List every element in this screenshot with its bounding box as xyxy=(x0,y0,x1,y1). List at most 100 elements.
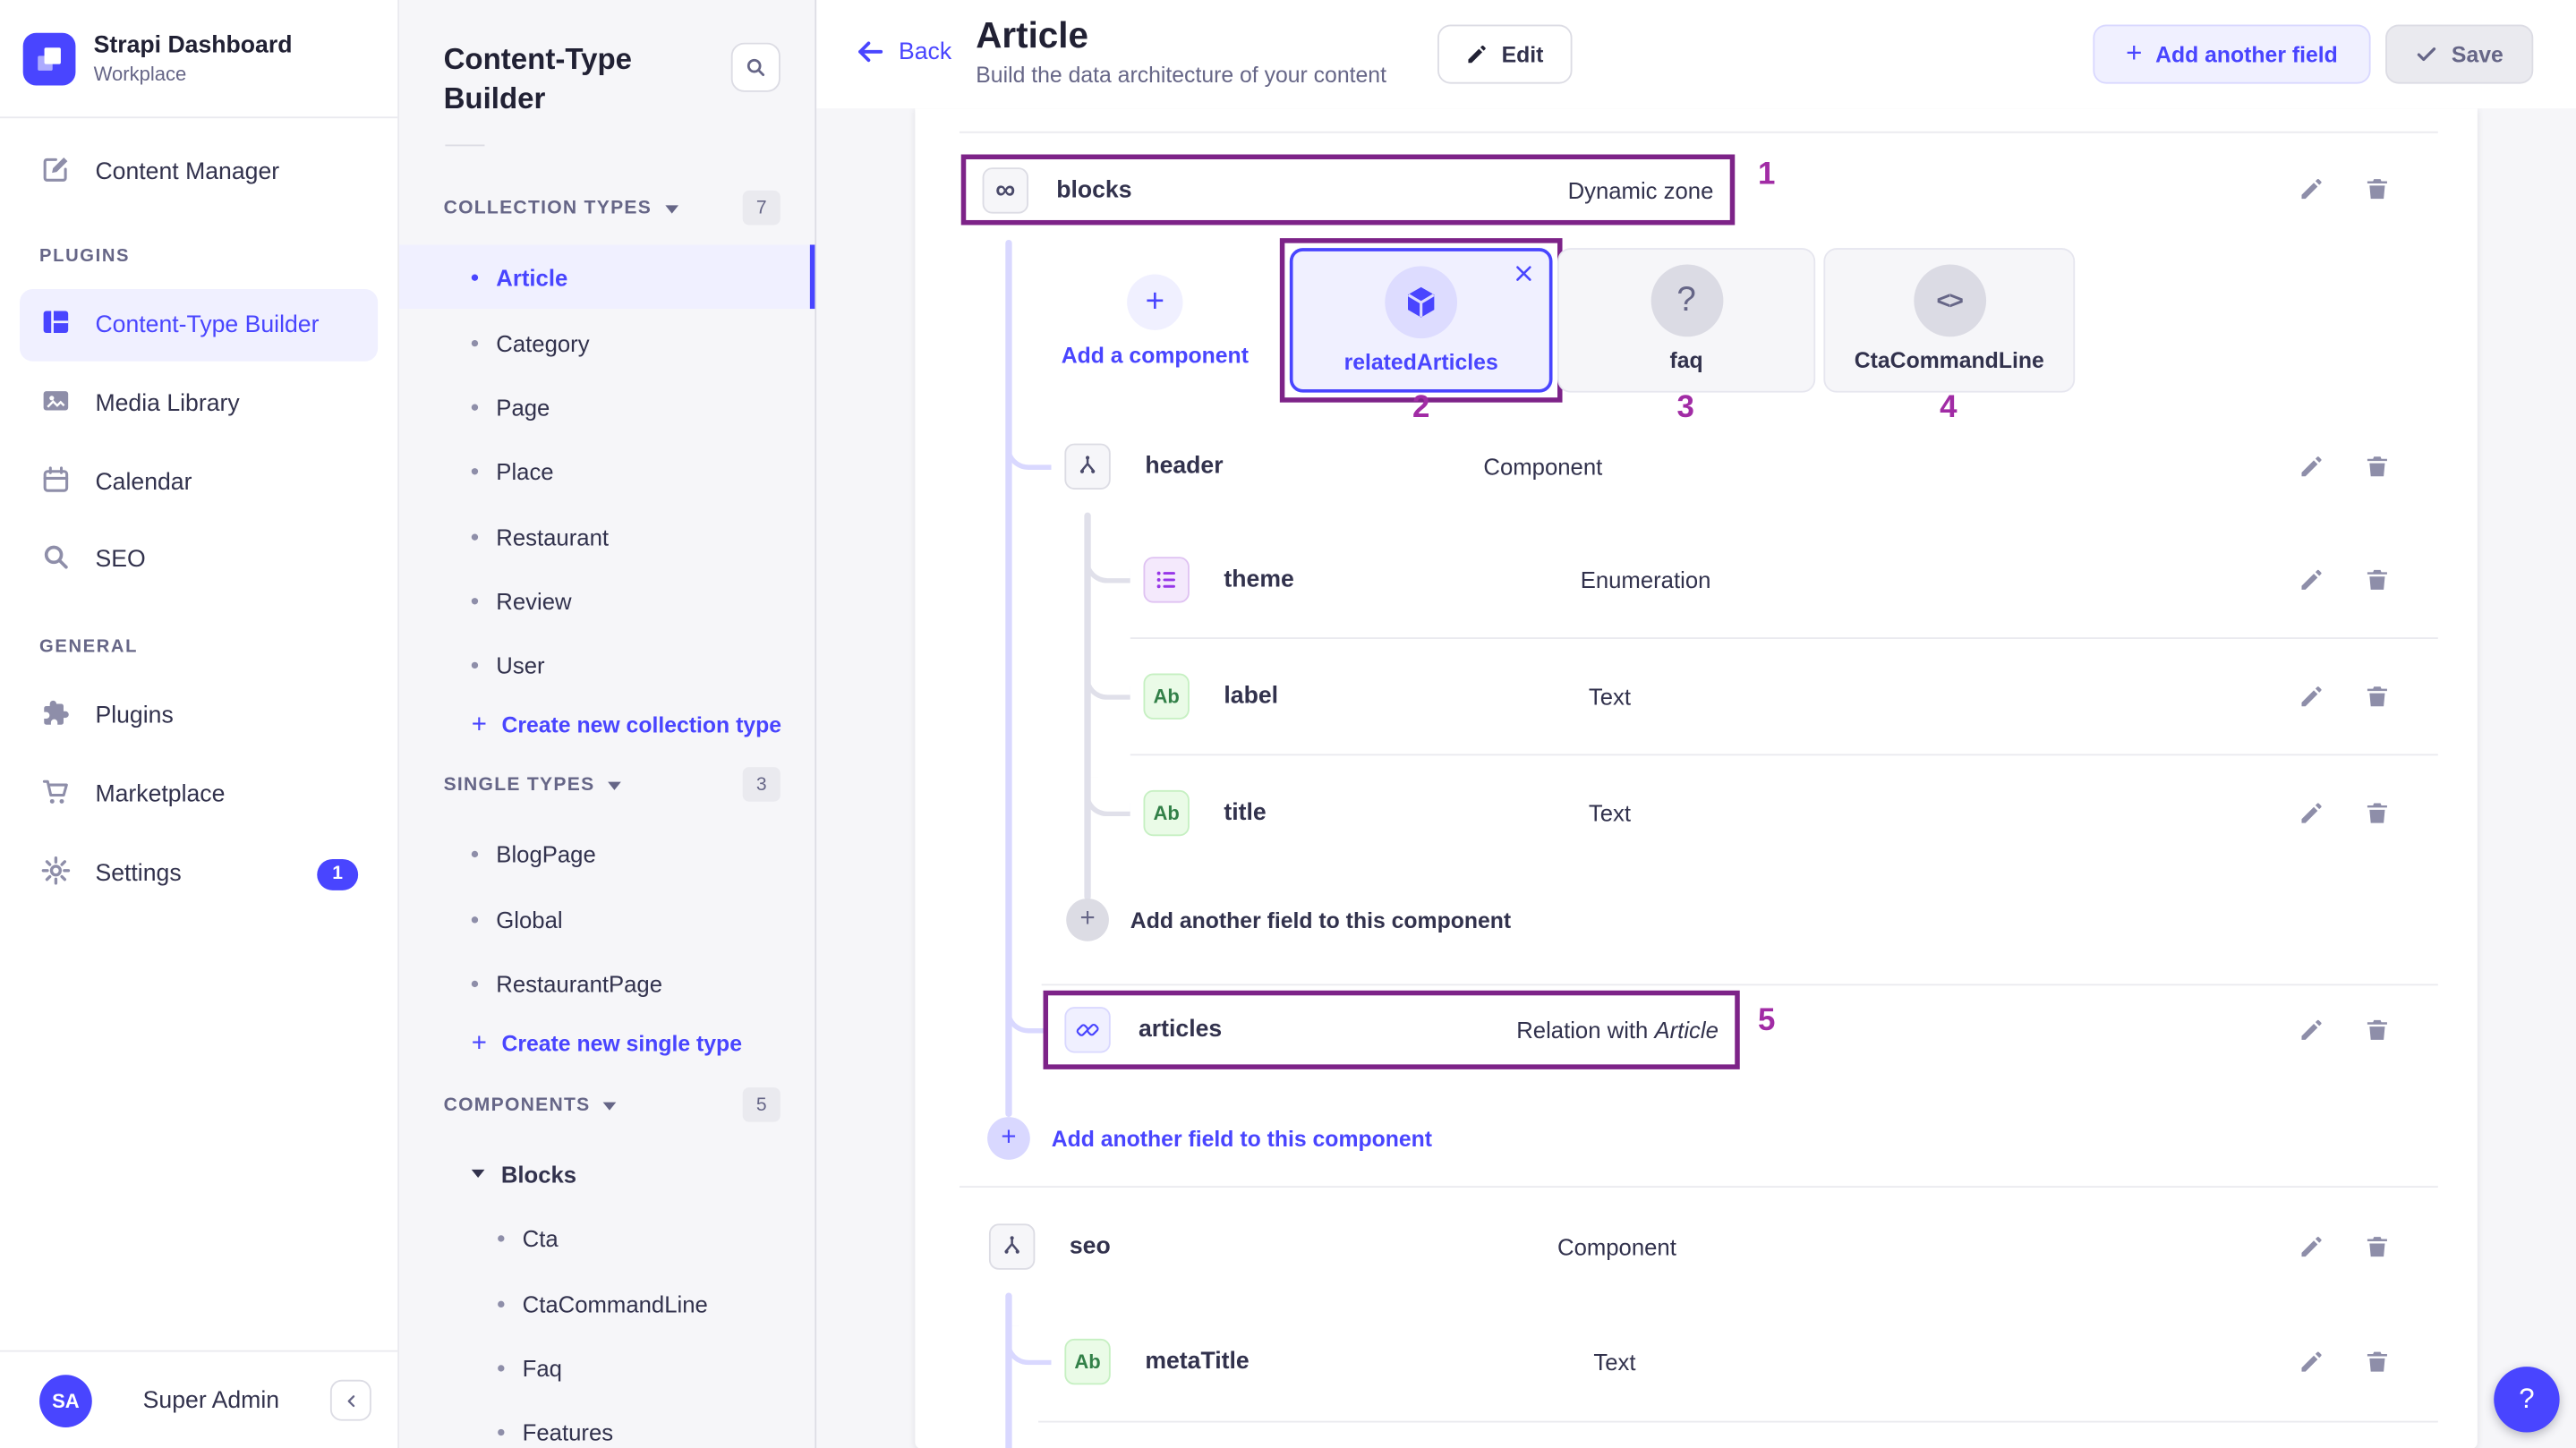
add-field-to-dynamic-zone-button[interactable]: + Add another field to this component xyxy=(987,1117,1432,1160)
edit-field-icon[interactable] xyxy=(2299,454,2324,480)
sidebar-item-content-type-builder[interactable]: Content-Type Builder xyxy=(20,289,378,362)
sidebar-item-settings[interactable]: Settings 1 xyxy=(20,838,378,910)
delete-field-icon[interactable] xyxy=(2364,175,2390,201)
component-group-blocks[interactable]: Blocks xyxy=(399,1142,815,1206)
add-a-component-button[interactable]: + Add a component xyxy=(1019,275,1292,369)
delete-field-icon[interactable] xyxy=(2364,454,2390,480)
sidebar-item-label: Marketplace xyxy=(95,782,225,808)
help-button[interactable]: ? xyxy=(2494,1367,2559,1432)
field-row-theme[interactable]: theme Enumeration xyxy=(960,539,2438,621)
sidebar-item-content-manager[interactable]: Content Manager xyxy=(20,136,378,209)
subnav-item-blogpage[interactable]: BlogPage xyxy=(399,822,815,886)
collapse-sidebar-button[interactable] xyxy=(330,1380,371,1421)
sidebar-item-label: Plugins xyxy=(95,703,173,729)
sidebar-item-marketplace[interactable]: Marketplace xyxy=(20,759,378,831)
close-icon[interactable] xyxy=(1513,263,1534,285)
field-name: blocks xyxy=(1056,176,1131,202)
component-card-faq[interactable]: ? faq xyxy=(1557,248,1815,393)
subnav-item-article[interactable]: Article xyxy=(399,244,815,309)
back-button[interactable]: Back xyxy=(854,36,951,67)
add-field-to-component-button[interactable]: + Add another field to this component xyxy=(1066,899,1511,941)
delete-field-icon[interactable] xyxy=(2364,800,2390,826)
section-single-types[interactable]: SINGLE TYPES xyxy=(444,769,621,802)
subnav-item-category[interactable]: Category xyxy=(399,311,815,375)
edit-field-icon[interactable] xyxy=(2299,1349,2324,1375)
subnav-item-restaurant[interactable]: Restaurant xyxy=(399,504,815,568)
row-actions xyxy=(2299,175,2391,201)
delete-field-icon[interactable] xyxy=(2364,1017,2390,1043)
field-row-header[interactable]: header Component xyxy=(960,425,2438,507)
sidebar-item-plugins[interactable]: Plugins xyxy=(20,680,378,753)
search-icon xyxy=(744,55,767,79)
row-actions xyxy=(2299,1017,2391,1043)
field-row-articles[interactable]: articles Relation with Article xyxy=(1044,991,1740,1069)
field-name: title xyxy=(1224,800,1266,826)
sidebar-item-media-library[interactable]: Media Library xyxy=(20,368,378,440)
delete-field-icon[interactable] xyxy=(2364,566,2390,592)
text-field-icon: Ab xyxy=(1143,790,1189,836)
component-card-ctacommandline[interactable]: <> CtaCommandLine xyxy=(1823,248,2075,393)
create-collection-type-link[interactable]: + Create new collection type xyxy=(399,694,815,758)
add-another-field-button[interactable]: + Add another field xyxy=(2093,25,2370,84)
field-type: Text xyxy=(1593,1349,1635,1375)
create-single-type-link[interactable]: + Create new single type xyxy=(399,1012,815,1077)
plus-icon: + xyxy=(1066,899,1109,941)
sidebar-item-calendar[interactable]: Calendar xyxy=(20,447,378,519)
subnav-item-restaurantpage[interactable]: RestaurantPage xyxy=(399,951,815,1016)
subnav-item-review[interactable]: Review xyxy=(399,568,815,633)
edit-field-icon[interactable] xyxy=(2299,175,2324,201)
content-type-builder-subnav: Content-Type Builder COLLECTION TYPES 7 … xyxy=(399,0,816,1448)
field-row-blocks[interactable]: ∞ blocks Dynamic zone xyxy=(961,155,1736,226)
component-icon xyxy=(989,1223,1035,1269)
field-row-metatitle[interactable]: Ab metaTitle Text xyxy=(960,1321,2438,1403)
field-row-label[interactable]: Ab label Text xyxy=(960,655,2438,737)
row-actions xyxy=(2299,454,2391,480)
subnav-item-faq[interactable]: Faq xyxy=(399,1335,815,1400)
plus-icon: + xyxy=(472,711,487,740)
edit-field-icon[interactable] xyxy=(2299,1233,2324,1259)
edit-field-icon[interactable] xyxy=(2299,684,2324,710)
delete-field-icon[interactable] xyxy=(2364,1349,2390,1375)
sidebar-section-general: GENERAL xyxy=(39,637,138,657)
app-title: Strapi Dashboard xyxy=(94,30,293,62)
field-type: Dynamic zone xyxy=(1568,176,1714,202)
strapi-dashboard: Strapi Dashboard Workplace Content Manag… xyxy=(0,0,2576,1448)
field-row-title[interactable]: Ab title Text xyxy=(960,772,2438,855)
divider xyxy=(960,1186,2438,1188)
edit-field-icon[interactable] xyxy=(2299,566,2324,592)
row-actions xyxy=(2299,1233,2391,1259)
subnav-item-features[interactable]: Features xyxy=(399,1400,815,1448)
subnav-item-place[interactable]: Place xyxy=(399,439,815,503)
sidebar-item-seo[interactable]: SEO xyxy=(20,524,378,597)
sidebar-section-plugins: PLUGINS xyxy=(39,246,130,266)
subnav-item-page[interactable]: Page xyxy=(399,374,815,439)
main-area: Back Article Build the data architecture… xyxy=(816,0,2576,1448)
row-actions xyxy=(2299,684,2391,710)
collection-types-count-badge: 7 xyxy=(743,191,780,226)
search-magnifier-icon xyxy=(39,541,73,580)
workspace-name: Workplace xyxy=(94,62,293,87)
check-icon xyxy=(2416,43,2439,66)
section-collection-types[interactable]: COLLECTION TYPES xyxy=(444,192,678,226)
subnav-item-cta[interactable]: Cta xyxy=(399,1205,815,1270)
chevron-down-icon xyxy=(665,205,678,213)
cube-icon-wrap xyxy=(1385,266,1457,338)
section-components[interactable]: COMPONENTS xyxy=(444,1089,617,1122)
component-card-relatedarticles[interactable]: relatedArticles xyxy=(1290,248,1553,393)
search-button[interactable] xyxy=(731,43,780,92)
edit-field-icon[interactable] xyxy=(2299,800,2324,826)
field-row-seo[interactable]: seo Component xyxy=(960,1205,2438,1288)
annotation-2: 2 xyxy=(1388,391,1454,427)
cart-icon xyxy=(39,775,73,814)
sidebar-item-label: Content Manager xyxy=(95,159,279,185)
delete-field-icon[interactable] xyxy=(2364,1233,2390,1259)
field-name: label xyxy=(1224,684,1278,710)
delete-field-icon[interactable] xyxy=(2364,684,2390,710)
subnav-item-user[interactable]: User xyxy=(399,633,815,697)
save-button[interactable]: Save xyxy=(2385,25,2533,84)
subnav-item-ctacommandline[interactable]: CtaCommandLine xyxy=(399,1272,815,1336)
arrow-left-icon xyxy=(854,36,885,67)
edit-field-icon[interactable] xyxy=(2299,1017,2324,1043)
subnav-item-global[interactable]: Global xyxy=(399,887,815,951)
edit-button[interactable]: Edit xyxy=(1437,25,1572,84)
